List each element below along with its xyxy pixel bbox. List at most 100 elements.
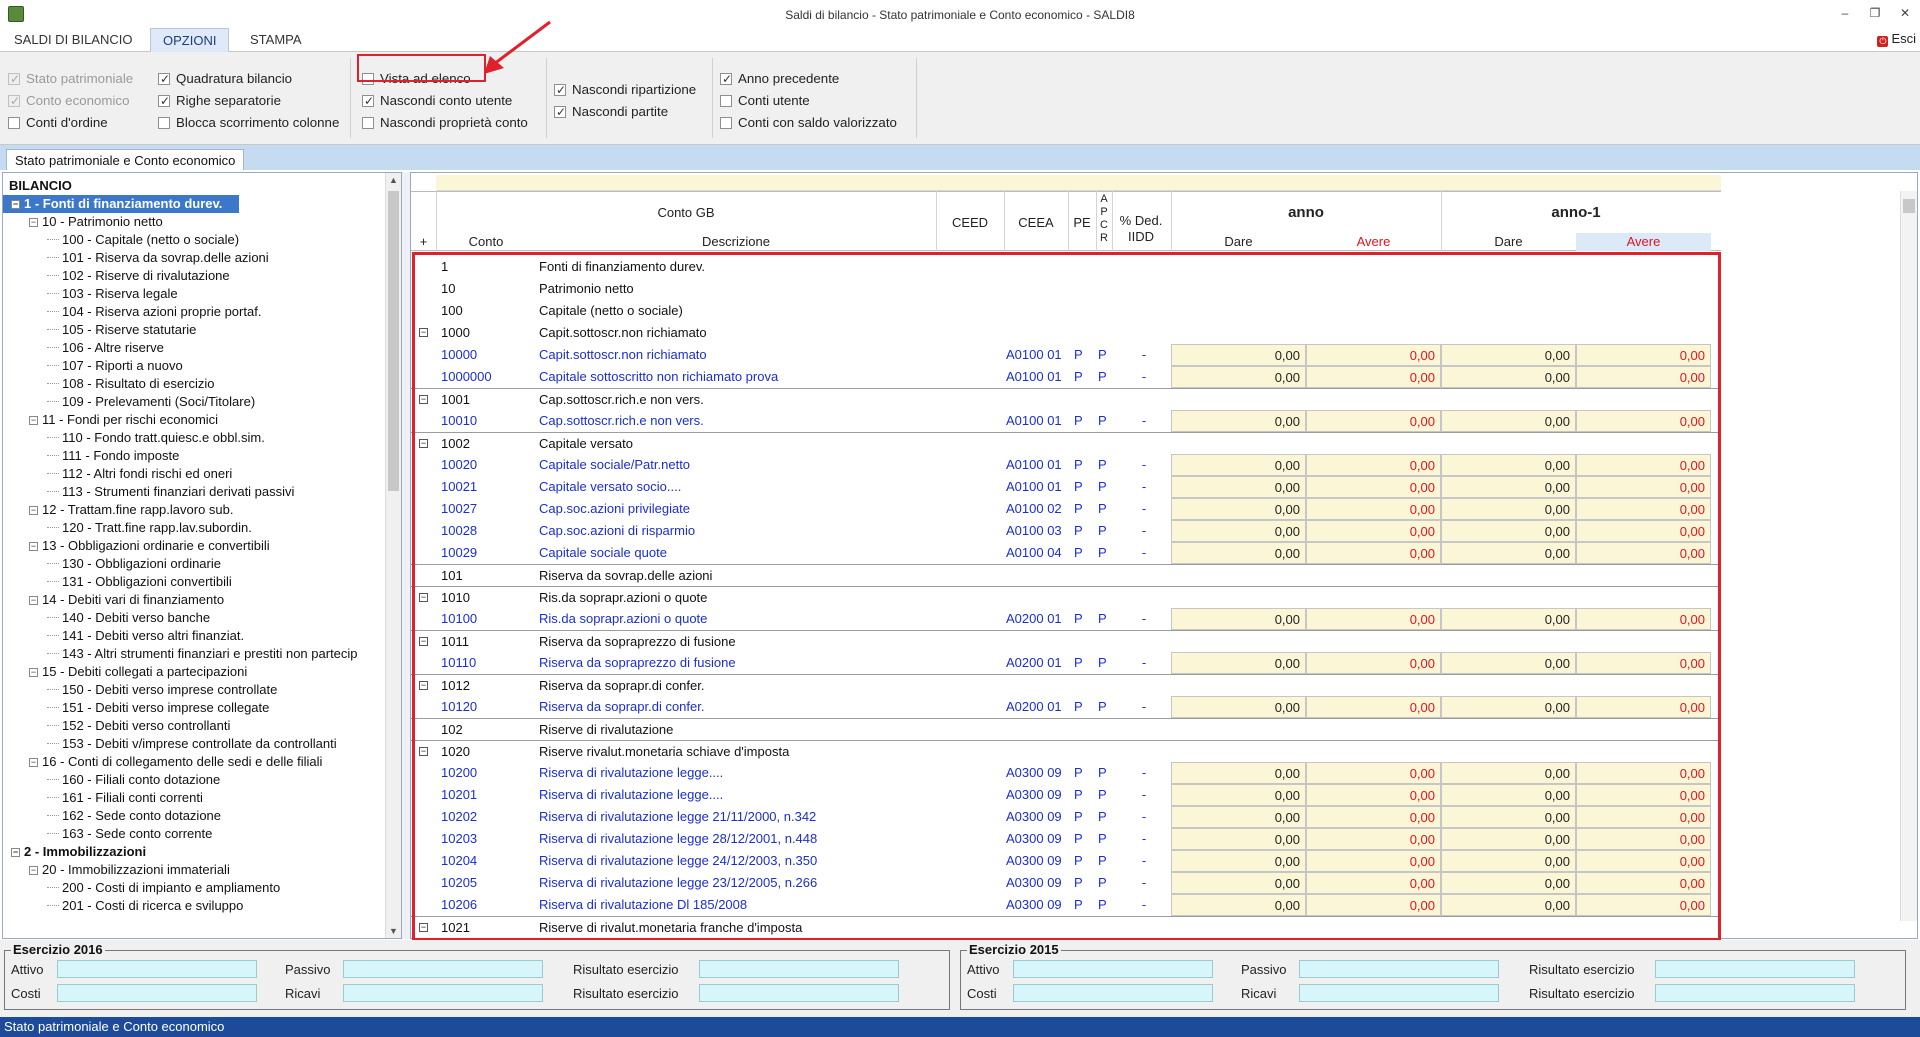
tree-node[interactable]: −16 - Conti di collegamento delle sedi e…	[29, 753, 322, 771]
option-checkbox[interactable]: Nascondi partite	[554, 103, 668, 121]
option-checkbox[interactable]: Quadratura bilancio	[158, 70, 292, 88]
tree-node[interactable]: 120 - Tratt.fine rapp.lav.subordin.	[47, 519, 252, 537]
tab-saldi-di-bilancio[interactable]: SALDI DI BILANCIO	[2, 28, 144, 52]
tree-node[interactable]: −13 - Obbligazioni ordinarie e convertib…	[29, 537, 270, 555]
risultato-ce-field[interactable]	[699, 984, 899, 1002]
tree-node[interactable]: −10 - Patrimonio netto	[29, 213, 163, 231]
dare-cell[interactable]: 0,00	[1441, 850, 1576, 872]
collapse-icon[interactable]: −	[419, 637, 428, 646]
avere-cell[interactable]: 0,00	[1576, 520, 1711, 542]
collapse-icon[interactable]: −	[419, 681, 428, 690]
anno1-header[interactable]: anno-1	[1441, 195, 1711, 231]
dare-cell[interactable]: 0,00	[1441, 652, 1576, 674]
dare-cell[interactable]: 0,00	[1171, 894, 1306, 916]
tree-node[interactable]: 140 - Debiti verso banche	[47, 609, 210, 627]
tree-node[interactable]: 161 - Filiali conti correnti	[47, 789, 203, 807]
collapse-icon[interactable]: −	[419, 328, 428, 337]
avere-cell[interactable]: 0,00	[1576, 872, 1711, 894]
passivo-field[interactable]	[1299, 960, 1499, 978]
checkbox-icon[interactable]	[720, 95, 732, 107]
avere-cell[interactable]: 0,00	[1306, 652, 1441, 674]
table-row[interactable]: 10100 Ris.da soprapr.azioni o quote A0200 …	[411, 608, 1721, 630]
tree-node[interactable]: 103 - Riserva legale	[47, 285, 178, 303]
avere-cell[interactable]: 0,00	[1306, 344, 1441, 366]
expand-all-button[interactable]: +	[411, 233, 436, 251]
dare-cell[interactable]: 0,00	[1171, 520, 1306, 542]
tree-node[interactable]: 143 - Altri strumenti finanziari e prest…	[47, 645, 358, 663]
dare-cell[interactable]: 0,00	[1441, 366, 1576, 388]
dare-cell[interactable]: 0,00	[1441, 608, 1576, 630]
table-row[interactable]: 10010 Cap.sottoscr.rich.e non vers. A0100 …	[411, 410, 1721, 432]
option-checkbox[interactable]: Conti utente	[720, 92, 810, 110]
option-checkbox[interactable]: Nascondi proprietà conto	[362, 114, 528, 132]
dare-cell[interactable]: 0,00	[1171, 476, 1306, 498]
dare-cell[interactable]: 0,00	[1441, 454, 1576, 476]
avere-cell[interactable]: 0,00	[1576, 608, 1711, 630]
avere-cell[interactable]: 0,00	[1576, 828, 1711, 850]
option-checkbox[interactable]: Nascondi ripartizione	[554, 81, 696, 99]
tree-node[interactable]: 110 - Fondo tratt.quiesc.e obbl.sim.	[47, 429, 265, 447]
costi-field[interactable]	[1013, 984, 1213, 1002]
avere-cell[interactable]: 0,00	[1306, 542, 1441, 564]
checkbox-icon[interactable]	[362, 92, 374, 110]
avere-cell[interactable]: 0,00	[1576, 696, 1711, 718]
dare-cell[interactable]: 0,00	[1171, 828, 1306, 850]
dare-cell[interactable]: 0,00	[1441, 894, 1576, 916]
collapse-icon[interactable]: −	[29, 506, 38, 515]
anno-header[interactable]: anno	[1171, 195, 1441, 231]
exit-button[interactable]: ⏻ Esci	[1877, 31, 1916, 47]
option-checkbox[interactable]: Anno precedente	[720, 70, 839, 88]
tree-node[interactable]: 109 - Prelevamenti (Soci/Titolare)	[47, 393, 255, 411]
avere-cell[interactable]: 0,00	[1576, 806, 1711, 828]
tree-node[interactable]: −20 - Immobilizzazioni immateriali	[29, 861, 230, 879]
apcr-header[interactable]: APCR	[1096, 193, 1112, 245]
avere-cell[interactable]: 0,00	[1306, 454, 1441, 476]
dare-prev-header[interactable]: Dare	[1441, 233, 1576, 251]
avere-cell[interactable]: 0,00	[1576, 476, 1711, 498]
tree-node[interactable]: 162 - Sede conto dotazione	[47, 807, 221, 825]
grid-scroll-thumb[interactable]	[1903, 199, 1915, 213]
table-row[interactable]: − 1021 Riserve di rivalut.monetaria franch…	[411, 916, 1721, 938]
table-row[interactable]: 101 Riserva da sovrap.delle azioni	[411, 564, 1721, 586]
avere-cell[interactable]: 0,00	[1576, 542, 1711, 564]
checkbox-icon[interactable]	[720, 70, 732, 88]
checkbox-icon[interactable]	[158, 92, 170, 110]
tree-node[interactable]: 112 - Altri fondi rischi ed oneri	[47, 465, 232, 483]
dare-cell[interactable]: 0,00	[1171, 608, 1306, 630]
option-checkbox[interactable]: Blocca scorrimento colonne	[158, 114, 339, 132]
avere-prev-header[interactable]: Avere	[1576, 233, 1711, 251]
collapse-icon[interactable]: −	[29, 668, 38, 677]
tree-node[interactable]: −15 - Debiti collegati a partecipazioni	[29, 663, 247, 681]
tree-scrollbar[interactable]: ▲ ▼	[385, 173, 401, 938]
table-row[interactable]: 10029 Capitale sociale quote A0100 04 P P - 0,…	[411, 542, 1721, 564]
collapse-icon[interactable]: −	[29, 596, 38, 605]
costi-field[interactable]	[57, 984, 257, 1002]
table-row[interactable]: 10203 Riserva di rivalutazione legge 28/1…	[411, 828, 1721, 850]
collapse-icon[interactable]: −	[419, 439, 428, 448]
tree-node[interactable]: 106 - Altre riserve	[47, 339, 164, 357]
avere-cell[interactable]: 0,00	[1576, 762, 1711, 784]
avere-cell[interactable]: 0,00	[1306, 498, 1441, 520]
dare-cell[interactable]: 0,00	[1171, 784, 1306, 806]
option-checkbox[interactable]: Conti d'ordine	[8, 114, 108, 132]
tree-node[interactable]: 201 - Costi di ricerca e sviluppo	[47, 897, 243, 915]
option-checkbox[interactable]: Stato patrimoniale	[8, 70, 133, 88]
passivo-field[interactable]	[343, 960, 543, 978]
avere-cell[interactable]: 0,00	[1306, 850, 1441, 872]
dare-cell[interactable]: 0,00	[1171, 542, 1306, 564]
minimize-button[interactable]: –	[1834, 4, 1856, 22]
tree-node[interactable]: 130 - Obbligazioni ordinarie	[47, 555, 221, 573]
avere-cell[interactable]: 0,00	[1306, 806, 1441, 828]
dare-header[interactable]: Dare	[1171, 233, 1306, 251]
avere-cell[interactable]: 0,00	[1576, 894, 1711, 916]
table-row[interactable]: 1 Fonti di finanziamento durev.	[411, 256, 1721, 278]
avere-cell[interactable]: 0,00	[1306, 894, 1441, 916]
dare-cell[interactable]: 0,00	[1441, 520, 1576, 542]
table-row[interactable]: 10201 Riserva di rivalutazione legge.... A…	[411, 784, 1721, 806]
tree-node[interactable]: −11 - Fondi per rischi economici	[29, 411, 218, 429]
dare-cell[interactable]: 0,00	[1171, 696, 1306, 718]
dare-cell[interactable]: 0,00	[1441, 344, 1576, 366]
table-row[interactable]: 10020 Capitale sociale/Patr.netto A0100 01…	[411, 454, 1721, 476]
collapse-icon[interactable]: −	[29, 218, 38, 227]
collapse-icon[interactable]: −	[11, 848, 20, 857]
